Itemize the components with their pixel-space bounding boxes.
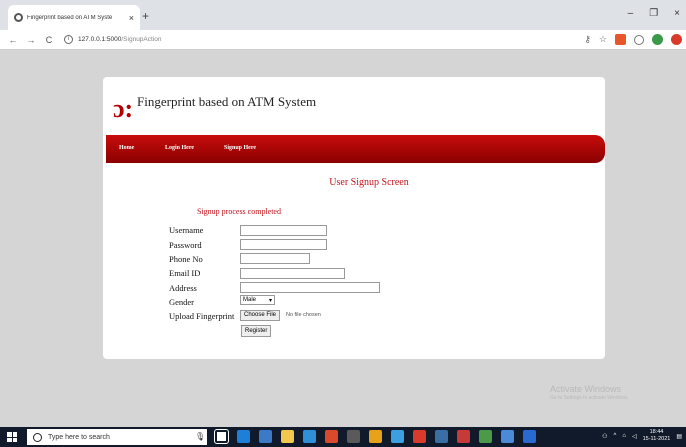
chevron-up-icon[interactable]: ^ [614,433,617,439]
username-label: Username [169,225,204,235]
tab-title: Fingerprint based on ATM Syste [27,14,113,21]
people-icon[interactable]: ⚇ [602,433,607,440]
site-navbar: Home Login Here Signup Here [106,135,605,163]
address-bar: ← → C i 127.0.0.1:5000/SignupAction ⚷ ☆ [0,30,686,50]
screen-title: User Signup Screen [329,177,409,188]
system-tray: ⚇ ^ ⌂ ◁ 18:44 15-11-2021 ▤ [602,429,682,443]
dropdown-arrow-icon: ▾ [268,297,272,304]
address-label: Address [169,283,197,293]
extension-icon[interactable] [652,34,663,45]
password-input[interactable] [240,239,327,250]
microphone-icon[interactable]: 🎙 [195,432,205,441]
minimize-button[interactable]: – [628,8,634,19]
notification-icon[interactable]: ▤ [676,433,682,440]
app-icon[interactable] [479,430,492,443]
choose-file-button[interactable]: Choose File [240,310,281,321]
task-view-icon[interactable] [214,429,229,444]
volume-icon[interactable]: ◁ [632,433,637,440]
back-button[interactable]: ← [8,35,18,45]
maximize-button[interactable]: ❐ [649,8,658,19]
reload-button[interactable]: C [44,35,54,45]
windows-start-icon[interactable] [7,432,17,442]
email-label: Email ID [169,268,201,278]
cortana-icon [33,432,42,442]
activate-windows-watermark: Activate Windows Go to Settings to activ… [550,384,629,401]
address-input[interactable] [240,282,380,293]
gender-select[interactable]: Male ▾ [240,295,275,305]
edge-icon[interactable] [237,430,250,443]
nav-home[interactable]: Home [119,145,134,151]
gender-value: Male [243,297,257,303]
nav-login[interactable]: Login Here [165,145,194,151]
globe-icon [14,13,23,22]
username-input[interactable] [240,225,327,236]
extension-icon[interactable] [634,34,644,45]
explorer-icon[interactable] [281,430,294,443]
app-icon[interactable] [435,430,448,443]
watermark-title: Activate Windows [550,384,622,394]
forward-button[interactable]: → [26,35,36,45]
app-icon[interactable] [347,430,360,443]
taskbar-search[interactable]: Type here to search [27,429,207,445]
info-icon[interactable]: i [64,35,73,44]
page-viewport: ɔ: Fingerprint based on ATM System Home … [0,51,686,427]
site-logo: ɔ: [113,94,134,123]
app-icon[interactable] [325,430,338,443]
star-icon[interactable]: ☆ [599,34,607,45]
clock[interactable]: 18:44 15-11-2021 [643,429,671,443]
close-window-button[interactable]: × [674,8,680,19]
app-icon[interactable] [523,430,536,443]
browser-tab-bar: Fingerprint based on ATM Syste × + – ❐ × [0,0,686,30]
url-path: /SignupAction [121,36,162,43]
app-icon[interactable] [501,430,514,443]
extension-icon[interactable] [615,34,626,45]
watermark-subtitle: Go to Settings to activate Windows. [550,395,629,401]
fingerprint-label: Upload Fingerprint [169,311,235,321]
new-tab-button[interactable]: + [142,9,149,23]
password-label: Password [169,240,202,250]
pdf-icon[interactable] [413,430,426,443]
browser-tab[interactable]: Fingerprint based on ATM Syste × [8,5,140,30]
content-card: ɔ: Fingerprint based on ATM System Home … [103,77,605,359]
clock-date: 15-11-2021 [642,436,671,442]
url-field[interactable]: 127.0.0.1:5000/SignupAction [78,36,162,43]
app-icon[interactable] [391,430,404,443]
app-icon[interactable] [303,430,316,443]
close-tab-icon[interactable]: × [129,13,134,23]
file-status: No file chosen [286,312,321,318]
extension-icon[interactable] [671,34,682,45]
site-title: Fingerprint based on ATM System [137,94,317,109]
phone-input[interactable] [240,253,310,264]
store-icon[interactable] [259,430,272,443]
nav-signup[interactable]: Signup Here [224,145,256,151]
phone-label: Phone No [169,254,203,264]
url-host: 127.0.0.1:5000 [78,36,122,43]
app-icon[interactable] [457,430,470,443]
email-input[interactable] [240,268,345,279]
register-button[interactable]: Register [241,325,272,337]
taskbar: Type here to search 🎙 ⚇ ^ ⌂ ◁ 18:44 15-1… [0,427,686,447]
status-message: Signup process completed [197,207,281,216]
chrome-icon[interactable] [369,430,382,443]
search-placeholder: Type here to search [48,433,110,441]
network-icon[interactable]: ⌂ [622,433,626,439]
gender-label: Gender [169,297,195,307]
clock-time: 18:44 [649,429,664,435]
key-icon[interactable]: ⚷ [584,34,591,45]
